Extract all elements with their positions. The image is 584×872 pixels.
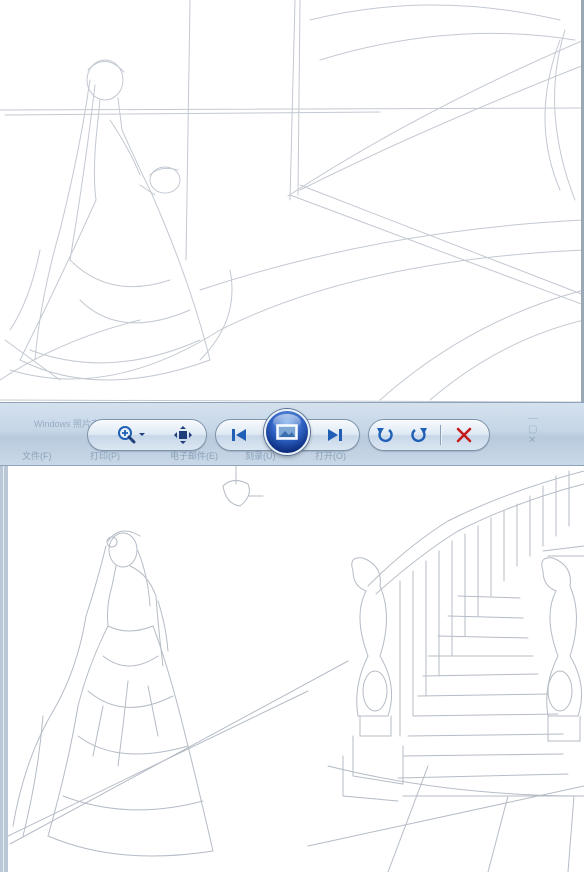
rotate-counterclockwise-button[interactable] [371, 421, 399, 449]
zoom-button[interactable] [114, 421, 150, 449]
fit-to-window-button[interactable] [169, 421, 197, 449]
window-left-border [0, 466, 8, 872]
delete-icon [456, 427, 472, 443]
previous-button[interactable] [225, 421, 253, 449]
rotate-clockwise-button[interactable] [405, 421, 433, 449]
rotate-clockwise-icon [411, 428, 427, 443]
rotate-counterclockwise-icon [377, 428, 393, 443]
bottom-image-pane [8, 466, 584, 872]
zoom-in-icon [118, 426, 145, 444]
fit-to-window-icon [174, 426, 192, 444]
toolbar-separator [440, 425, 441, 445]
next-button[interactable] [321, 421, 349, 449]
rough-bride-sketch [0, 0, 581, 402]
chevron-down-icon [139, 433, 145, 436]
slideshow-button[interactable] [264, 409, 310, 455]
slideshow-icon [276, 424, 298, 440]
ghost-menu-item: 文件(F) [22, 451, 52, 461]
top-image-pane [0, 0, 584, 402]
delete-button[interactable] [450, 421, 478, 449]
bride-staircase-sketch [8, 466, 584, 872]
next-icon [328, 429, 342, 441]
ghost-window-controls: — ▢ ✕ [528, 413, 548, 446]
previous-icon [232, 429, 246, 441]
